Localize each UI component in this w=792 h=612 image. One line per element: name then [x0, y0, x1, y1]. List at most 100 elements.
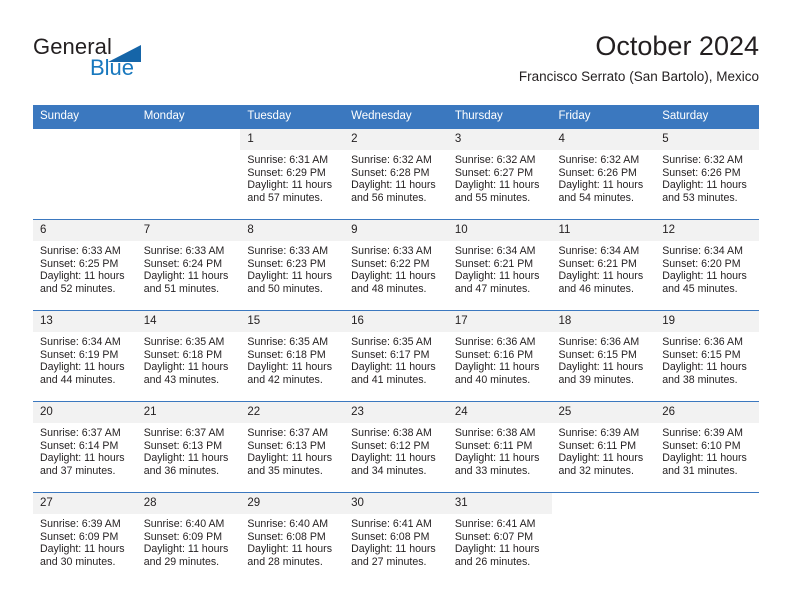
- calendar-day-cell[interactable]: 19 Sunrise: 6:36 AM Sunset: 6:15 PM Dayligh…: [655, 310, 759, 402]
- daylight-text-line1: Daylight: 11 hours: [40, 452, 125, 465]
- day-number: 4: [551, 129, 656, 150]
- calendar-day-cell-empty: [136, 128, 241, 220]
- calendar-day-cell[interactable]: 12 Sunrise: 6:34 AM Sunset: 6:20 PM Dayligh…: [655, 219, 759, 311]
- daylight-text-line1: Daylight: 11 hours: [143, 452, 229, 465]
- calendar-day-cell[interactable]: 11 Sunrise: 6:34 AM Sunset: 6:21 PM Dayligh…: [551, 219, 656, 311]
- calendar-day-cell[interactable]: 22 Sunrise: 6:37 AM Sunset: 6:13 PM Dayligh…: [240, 401, 345, 493]
- day-number: 18: [551, 311, 656, 332]
- daylight-text-line1: Daylight: 11 hours: [351, 361, 436, 374]
- sunset-text: Sunset: 6:25 PM: [40, 257, 119, 270]
- sunrise-text: Sunrise: 6:41 AM: [351, 518, 432, 530]
- day-details: Sunrise: 6:33 AM Sunset: 6:23 PM Daylight:…: [240, 241, 344, 295]
- daylight-text-line1: Daylight: 11 hours: [351, 179, 436, 192]
- sunset-text: Sunset: 6:08 PM: [351, 530, 430, 543]
- calendar-day-cell[interactable]: 13 Sunrise: 6:34 AM Sunset: 6:19 PM Dayligh…: [33, 310, 137, 402]
- sunrise-text: Sunrise: 6:32 AM: [662, 154, 743, 166]
- day-details: Sunrise: 6:35 AM Sunset: 6:17 PM Daylight:…: [344, 332, 448, 386]
- calendar-day-cell[interactable]: 16 Sunrise: 6:35 AM Sunset: 6:17 PM Dayligh…: [344, 310, 448, 402]
- calendar-day-cell[interactable]: 31 Sunrise: 6:41 AM Sunset: 6:07 PM Dayligh…: [447, 492, 552, 583]
- daylight-text-line2: and 35 minutes.: [247, 464, 323, 477]
- calendar-day-cell[interactable]: 15 Sunrise: 6:35 AM Sunset: 6:18 PM Dayligh…: [240, 310, 345, 402]
- daylight-text-line1: Daylight: 11 hours: [662, 179, 747, 192]
- sunset-text: Sunset: 6:15 PM: [662, 348, 741, 361]
- sunset-text: Sunset: 6:18 PM: [143, 348, 223, 361]
- sunrise-text: Sunrise: 6:32 AM: [558, 154, 640, 166]
- calendar-day-cell[interactable]: 25 Sunrise: 6:39 AM Sunset: 6:11 PM Dayligh…: [551, 401, 656, 493]
- calendar-day-cell[interactable]: 30 Sunrise: 6:41 AM Sunset: 6:08 PM Dayligh…: [344, 492, 448, 583]
- day-details: Sunrise: 6:38 AM Sunset: 6:12 PM Daylight:…: [344, 423, 448, 477]
- sunset-text: Sunset: 6:23 PM: [247, 257, 326, 270]
- calendar-day-cell[interactable]: 4 Sunrise: 6:32 AM Sunset: 6:26 PM Daylight…: [551, 128, 656, 220]
- day-details: Sunrise: 6:32 AM Sunset: 6:26 PM Daylight:…: [552, 150, 656, 204]
- day-number: 19: [655, 311, 759, 332]
- day-details: Sunrise: 6:34 AM Sunset: 6:21 PM Daylight:…: [448, 241, 552, 295]
- calendar-day-cell[interactable]: 1 Sunrise: 6:31 AM Sunset: 6:29 PM Daylight…: [240, 128, 345, 220]
- calendar-day-cell[interactable]: 7 Sunrise: 6:33 AM Sunset: 6:24 PM Daylight…: [136, 219, 241, 311]
- daylight-text-line1: Daylight: 11 hours: [662, 270, 747, 283]
- day-number: 21: [136, 402, 241, 423]
- day-number: 15: [240, 311, 345, 332]
- day-details: Sunrise: 6:40 AM Sunset: 6:09 PM Daylight:…: [137, 514, 241, 568]
- day-details: Sunrise: 6:37 AM Sunset: 6:14 PM Daylight:…: [33, 423, 137, 477]
- calendar-day-cell[interactable]: 3 Sunrise: 6:32 AM Sunset: 6:27 PM Daylight…: [447, 128, 552, 220]
- calendar-day-cell[interactable]: 23 Sunrise: 6:38 AM Sunset: 6:12 PM Dayligh…: [344, 401, 448, 493]
- page-title: October 2024: [595, 31, 759, 61]
- calendar-day-cell[interactable]: 10 Sunrise: 6:34 AM Sunset: 6:21 PM Dayligh…: [447, 219, 552, 311]
- sunset-text: Sunset: 6:21 PM: [454, 257, 534, 270]
- calendar-day-cell[interactable]: 20 Sunrise: 6:37 AM Sunset: 6:14 PM Dayligh…: [33, 401, 137, 493]
- day-number: 9: [344, 220, 448, 241]
- daylight-text-line2: and 26 minutes.: [454, 555, 531, 568]
- day-number: 12: [655, 220, 759, 241]
- calendar-day-cell[interactable]: 5 Sunrise: 6:32 AM Sunset: 6:26 PM Daylight…: [655, 128, 759, 220]
- calendar-day-cell[interactable]: 9 Sunrise: 6:33 AM Sunset: 6:22 PM Daylight…: [344, 219, 448, 311]
- sunset-text: Sunset: 6:28 PM: [351, 166, 430, 179]
- daylight-text-line1: Daylight: 11 hours: [558, 179, 644, 192]
- daylight-text-line2: and 33 minutes.: [454, 464, 531, 477]
- daylight-text-line1: Daylight: 11 hours: [454, 179, 540, 192]
- calendar-day-cell[interactable]: 18 Sunrise: 6:36 AM Sunset: 6:15 PM Dayligh…: [551, 310, 656, 402]
- day-number: 25: [551, 402, 656, 423]
- sunrise-text: Sunrise: 6:35 AM: [247, 336, 329, 348]
- daylight-text-line1: Daylight: 11 hours: [247, 179, 333, 192]
- calendar-day-cell[interactable]: 2 Sunrise: 6:32 AM Sunset: 6:28 PM Daylight…: [344, 128, 448, 220]
- daylight-text-line1: Daylight: 11 hours: [143, 543, 229, 556]
- calendar-day-cell-empty: [33, 128, 137, 220]
- page-subtitle: Francisco Serrato (San Bartolo), Mexico: [518, 69, 759, 84]
- daylight-text-line1: Daylight: 11 hours: [40, 270, 125, 283]
- general-blue-logo[interactable]: General Blue: [33, 34, 253, 90]
- daylight-text-line2: and 36 minutes.: [143, 464, 220, 477]
- daylight-text-line1: Daylight: 11 hours: [558, 361, 644, 374]
- daylight-text-line1: Daylight: 11 hours: [454, 543, 540, 556]
- sunset-text: Sunset: 6:24 PM: [143, 257, 223, 270]
- day-details: Sunrise: 6:34 AM Sunset: 6:21 PM Daylight:…: [552, 241, 656, 295]
- calendar-day-cell[interactable]: 27 Sunrise: 6:39 AM Sunset: 6:09 PM Dayligh…: [33, 492, 137, 583]
- calendar-day-cell[interactable]: 21 Sunrise: 6:37 AM Sunset: 6:13 PM Dayligh…: [136, 401, 241, 493]
- sunrise-text: Sunrise: 6:40 AM: [143, 518, 225, 530]
- day-number: 20: [33, 402, 137, 423]
- calendar-week-row: 13 Sunrise: 6:34 AM Sunset: 6:19 PM Dayligh…: [33, 310, 759, 402]
- sunset-text: Sunset: 6:27 PM: [454, 166, 534, 179]
- day-details: Sunrise: 6:31 AM Sunset: 6:29 PM Daylight:…: [240, 150, 344, 204]
- calendar-day-cell[interactable]: 14 Sunrise: 6:35 AM Sunset: 6:18 PM Dayligh…: [136, 310, 241, 402]
- sunrise-text: Sunrise: 6:33 AM: [40, 245, 121, 257]
- calendar-day-cell[interactable]: 17 Sunrise: 6:36 AM Sunset: 6:16 PM Dayligh…: [447, 310, 552, 402]
- calendar-day-cell[interactable]: 6 Sunrise: 6:33 AM Sunset: 6:25 PM Daylight…: [33, 219, 137, 311]
- day-details: Sunrise: 6:37 AM Sunset: 6:13 PM Daylight:…: [137, 423, 241, 477]
- daylight-text-line2: and 34 minutes.: [351, 464, 427, 477]
- day-number: 29: [240, 493, 345, 514]
- calendar-day-cell[interactable]: 26 Sunrise: 6:39 AM Sunset: 6:10 PM Dayligh…: [655, 401, 759, 493]
- daylight-text-line1: Daylight: 11 hours: [454, 270, 540, 283]
- day-details: Sunrise: 6:35 AM Sunset: 6:18 PM Daylight:…: [240, 332, 344, 386]
- sunrise-text: Sunrise: 6:40 AM: [247, 518, 329, 530]
- calendar-day-cell[interactable]: 24 Sunrise: 6:38 AM Sunset: 6:11 PM Dayligh…: [447, 401, 552, 493]
- day-number: 17: [447, 311, 552, 332]
- daylight-text-line2: and 48 minutes.: [351, 282, 427, 295]
- sunrise-text: Sunrise: 6:37 AM: [143, 427, 225, 439]
- sunset-text: Sunset: 6:26 PM: [558, 166, 637, 179]
- calendar-day-cell[interactable]: 8 Sunrise: 6:33 AM Sunset: 6:23 PM Daylight…: [240, 219, 345, 311]
- calendar-day-cell[interactable]: 28 Sunrise: 6:40 AM Sunset: 6:09 PM Dayligh…: [136, 492, 241, 583]
- daylight-text-line2: and 45 minutes.: [662, 282, 738, 295]
- day-details: Sunrise: 6:36 AM Sunset: 6:15 PM Daylight:…: [552, 332, 656, 386]
- sunrise-text: Sunrise: 6:33 AM: [351, 245, 432, 257]
- calendar-day-cell[interactable]: 29 Sunrise: 6:40 AM Sunset: 6:08 PM Dayligh…: [240, 492, 345, 583]
